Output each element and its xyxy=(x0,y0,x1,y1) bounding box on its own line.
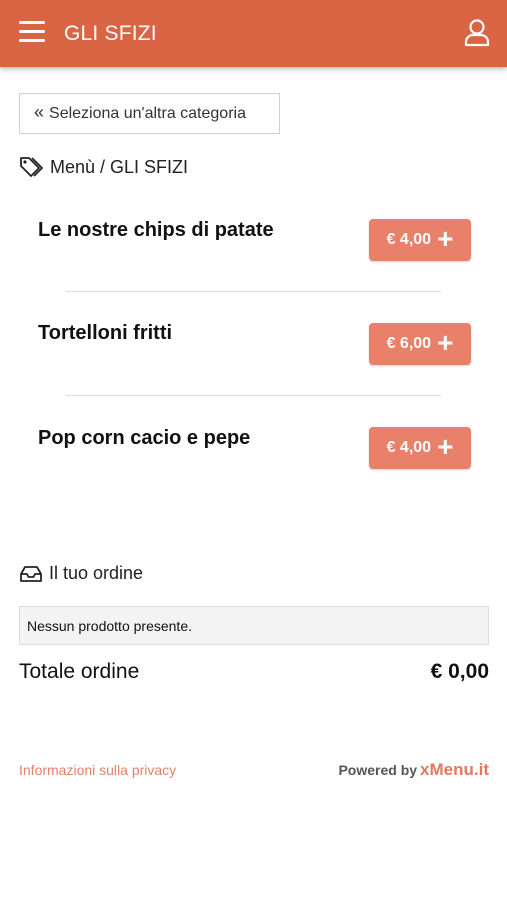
top-bar: GLI SFIZI xyxy=(0,0,507,67)
hamburger-menu-icon[interactable] xyxy=(19,21,45,45)
menu-item-name: Tortelloni fritti xyxy=(38,322,173,344)
double-chevron-left-icon: « xyxy=(34,101,45,122)
price-label: € 6,00 xyxy=(386,335,432,352)
order-empty-message: Nessun prodotto presente. xyxy=(19,606,489,645)
privacy-link[interactable]: Informazioni sulla privacy xyxy=(19,762,176,778)
back-to-categories-button[interactable]: « Seleziona un'altra categoria xyxy=(19,93,280,134)
add-to-order-button[interactable]: € 4,00 + xyxy=(369,219,471,261)
tags-icon xyxy=(20,157,43,177)
price-label: € 4,00 xyxy=(386,439,432,456)
breadcrumb-text: Menù / GLI SFIZI xyxy=(50,156,189,177)
add-to-order-button[interactable]: € 4,00 + xyxy=(369,427,471,469)
plus-icon: + xyxy=(437,223,454,254)
user-icon[interactable] xyxy=(464,19,490,47)
powered-by: Powered by xMenu.it xyxy=(338,760,489,780)
back-button-label: Seleziona un'altra categoria xyxy=(49,104,246,122)
breadcrumb: Menù / GLI SFIZI xyxy=(19,156,188,178)
order-section-heading: Il tuo ordine xyxy=(19,563,143,584)
menu-item-name: Pop corn cacio e pepe xyxy=(38,427,251,449)
add-to-order-button[interactable]: € 6,00 + xyxy=(369,323,471,365)
brand-link[interactable]: xMenu.it xyxy=(420,760,489,779)
powered-by-label: Powered by xyxy=(338,762,418,778)
order-total-value: € 0,00 xyxy=(430,660,489,683)
plus-icon: + xyxy=(437,431,454,462)
page-title: GLI SFIZI xyxy=(64,22,157,45)
order-title: Il tuo ordine xyxy=(49,563,144,583)
inbox-icon xyxy=(20,565,42,582)
item-divider xyxy=(66,291,441,292)
item-divider xyxy=(66,395,441,396)
order-total-label: Totale ordine xyxy=(19,660,140,683)
menu-item-name: Le nostre chips di patate xyxy=(38,219,274,241)
price-label: € 4,00 xyxy=(386,231,432,248)
plus-icon: + xyxy=(437,327,454,358)
